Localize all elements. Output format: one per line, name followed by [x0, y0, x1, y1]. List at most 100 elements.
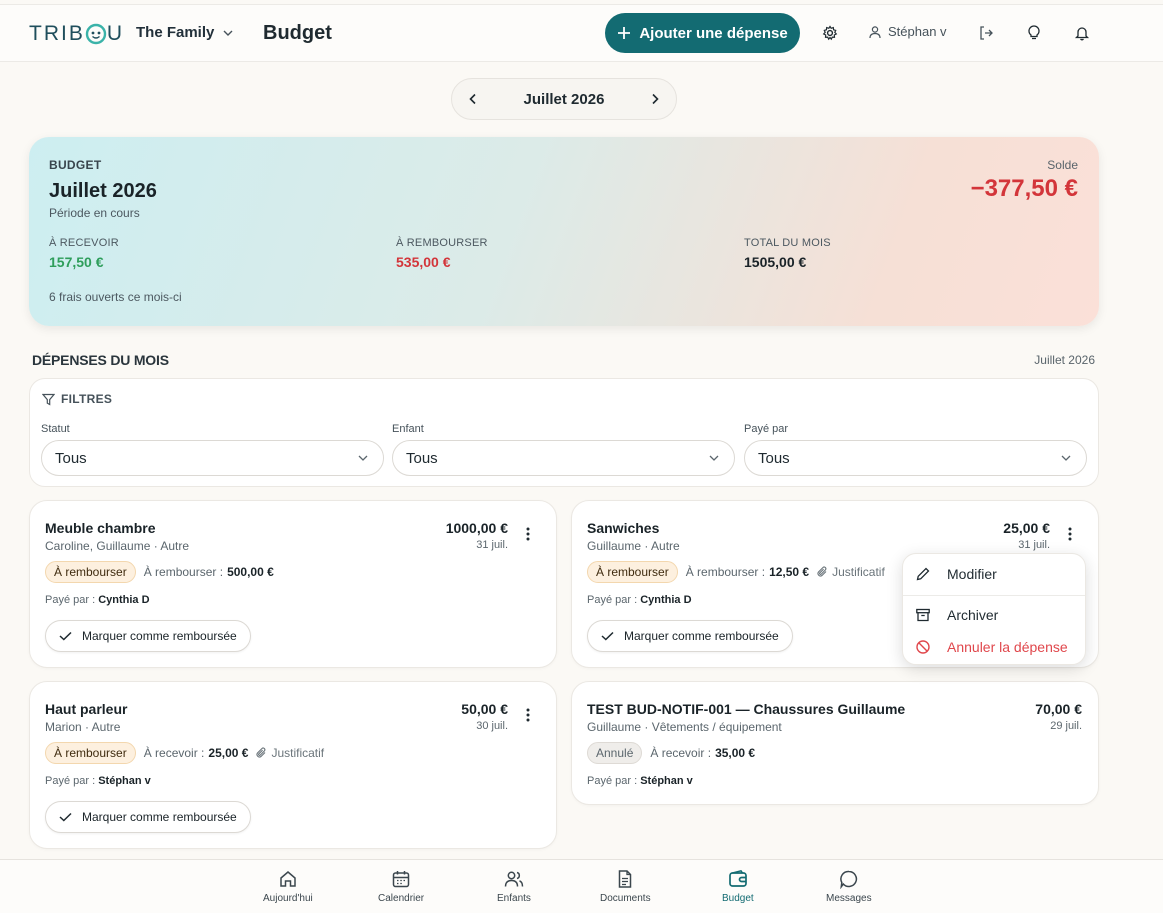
mark-reimbursed-button[interactable]: Marquer comme remboursée	[587, 620, 793, 652]
user-menu[interactable]: Stéphan v	[868, 24, 947, 39]
section-month: Juillet 2026	[1034, 353, 1095, 367]
more-options-icon[interactable]	[522, 707, 534, 723]
expense-date: 29 juil.	[1050, 720, 1082, 732]
expense-title: Meuble chambre	[45, 520, 156, 536]
menu-item-cancel-expense[interactable]: Annuler la dépense	[915, 639, 1068, 655]
filter-statut-label: Statut	[41, 423, 70, 435]
solde-value: −377,50 €	[970, 175, 1078, 202]
settings-gear-icon[interactable]	[820, 23, 840, 43]
payer-line: Payé par : Stéphan v	[45, 775, 151, 787]
payer-name: Cynthia D	[98, 594, 150, 606]
lightbulb-icon[interactable]	[1024, 23, 1044, 43]
current-month-label: Juillet 2026	[523, 90, 605, 108]
stat-to-receive: À RECEVOIR 157,50 €	[49, 237, 119, 270]
bell-icon[interactable]	[1072, 23, 1092, 43]
page-title: Budget	[263, 22, 332, 44]
previous-month-chevron-icon[interactable]	[464, 90, 482, 108]
menu-archive-label: Archiver	[947, 607, 999, 623]
balance-value: 500,00 €	[227, 565, 274, 579]
filters-header: FILTRES	[42, 392, 112, 406]
filter-statut-select[interactable]: Tous	[41, 440, 384, 476]
payer-line: Payé par : Stéphan v	[587, 775, 693, 787]
menu-item-archive[interactable]: Archiver	[915, 607, 998, 623]
logo-text-right: U	[106, 22, 125, 45]
filter-statut: Statut Tous	[41, 423, 384, 476]
logo-text-left: TRIB	[29, 22, 85, 45]
more-options-icon[interactable]	[1064, 526, 1076, 542]
mark-reimbursed-button[interactable]: Marquer comme remboursée	[45, 620, 251, 652]
nav-label: Enfants	[497, 893, 531, 904]
nav-item-today[interactable]: Aujourd'hui	[263, 869, 313, 904]
balance-label: À recevoir :	[143, 746, 205, 760]
top-header: TRIB U The Family Budget Ajouter une dép…	[0, 4, 1163, 62]
expense-status-row: À rembourser À rembourser : 12,50 € Just…	[587, 561, 885, 583]
expense-amount: 70,00 €	[1035, 701, 1082, 717]
receipt-link[interactable]: Justificatif	[256, 746, 324, 760]
chevron-down-icon	[709, 455, 719, 461]
balance-label: À recevoir :	[650, 746, 712, 760]
expense-status-row: À rembourser À rembourser : 500,00 €	[45, 561, 274, 583]
status-badge: À rembourser	[587, 561, 678, 583]
stat-to-receive-value: 157,50 €	[49, 254, 104, 270]
nav-item-budget[interactable]: Budget	[722, 869, 754, 904]
payer-label: Payé par :	[45, 775, 96, 787]
balance-value: 12,50 €	[769, 565, 810, 579]
home-icon	[280, 871, 296, 887]
payer-label: Payé par :	[587, 594, 638, 606]
filter-paye-par-value: Tous	[758, 449, 790, 467]
chevron-down-icon	[358, 455, 368, 461]
expense-meta: Guillaume · Autre	[587, 539, 680, 553]
logout-icon[interactable]	[976, 23, 996, 43]
mark-reimbursed-button[interactable]: Marquer comme remboursée	[45, 801, 251, 833]
expense-card[interactable]: TEST BUD-NOTIF-001 — Chaussures Guillaum…	[571, 681, 1099, 805]
calendar-icon	[392, 871, 410, 888]
message-icon	[839, 870, 857, 889]
chevron-down-icon	[223, 30, 233, 36]
nav-item-children[interactable]: Enfants	[497, 869, 531, 904]
nav-label: Aujourd'hui	[263, 893, 313, 904]
expense-card[interactable]: Meuble chambre Caroline, Guillaume · Aut…	[29, 500, 557, 668]
nav-label: Calendrier	[378, 893, 425, 904]
add-expense-button[interactable]: Ajouter une dépense	[605, 13, 800, 53]
status-badge: À rembourser	[45, 742, 136, 764]
filter-enfant: Enfant Tous	[392, 423, 735, 476]
nav-item-calendar[interactable]: Calendrier	[378, 869, 424, 904]
expense-card[interactable]: Haut parleur Marion · Autre 50,00 € 30 j…	[29, 681, 557, 849]
users-icon	[504, 871, 524, 887]
stat-total-value: 1505,00 €	[744, 254, 807, 270]
expense-context-menu: Modifier Archiver Annuler la dépense	[902, 553, 1086, 665]
nav-item-messages[interactable]: Messages	[826, 869, 872, 904]
status-badge: À rembourser	[45, 561, 136, 583]
more-options-icon[interactable]	[522, 526, 534, 542]
menu-item-edit[interactable]: Modifier	[915, 566, 997, 582]
stat-total-label: TOTAL DU MOIS	[744, 237, 831, 249]
check-icon	[59, 812, 72, 822]
nav-item-documents[interactable]: Documents	[600, 869, 651, 904]
section-title: DÉPENSES DU MOIS	[32, 352, 169, 368]
next-month-chevron-icon[interactable]	[646, 90, 664, 108]
filters-title: FILTRES	[61, 392, 113, 406]
filter-enfant-label: Enfant	[392, 423, 424, 435]
expense-date: 31 juil.	[476, 539, 508, 551]
chevron-down-icon	[1061, 455, 1071, 461]
expense-amount: 1000,00 €	[445, 520, 508, 536]
nav-label: Documents	[600, 893, 651, 904]
payer-name: Stéphan v	[98, 775, 151, 787]
bottom-navigation: Aujourd'hui Calendrier Enfants Documents…	[0, 859, 1163, 913]
family-selector[interactable]: The Family	[136, 24, 234, 41]
expense-status-row: À rembourser À recevoir : 25,00 € Justif…	[45, 742, 324, 764]
payer-name: Stéphan v	[640, 775, 693, 787]
ban-icon	[916, 640, 930, 654]
expense-meta: Marion · Autre	[45, 720, 121, 734]
receipt-label: Justificatif	[271, 746, 325, 760]
budget-period-subtitle: Période en cours	[49, 206, 140, 220]
stat-to-reimburse: À REMBOURSER 535,00 €	[396, 237, 488, 270]
filter-paye-par-select[interactable]: Tous	[744, 440, 1087, 476]
filter-enfant-select[interactable]: Tous	[392, 440, 735, 476]
user-name: Stéphan v	[888, 24, 947, 39]
expense-status-row: Annulé À recevoir : 35,00 €	[587, 742, 755, 764]
pencil-icon	[916, 567, 930, 581]
receipt-link[interactable]: Justificatif	[817, 565, 885, 579]
app-logo[interactable]: TRIB U	[29, 22, 124, 46]
balance-value: 25,00 €	[208, 746, 249, 760]
